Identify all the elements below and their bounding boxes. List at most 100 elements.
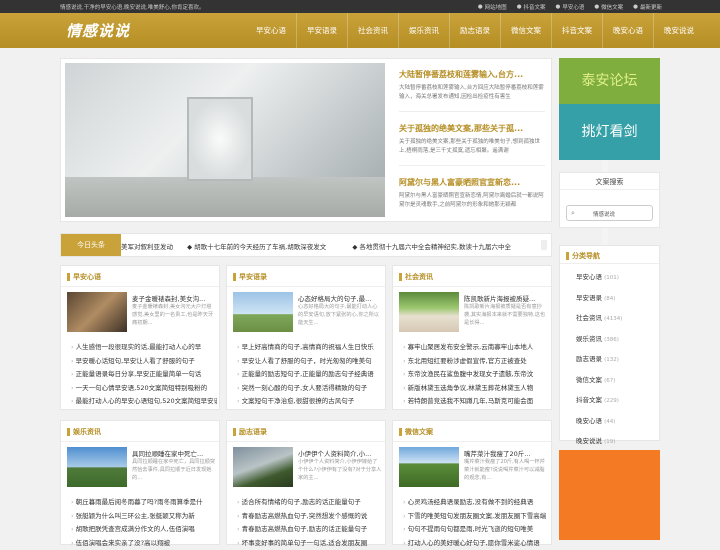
divider [227,286,385,287]
section-header: 娱乐资讯 [67,427,101,437]
list-item[interactable]: 适合所有情绪的句子,励志的话正能量句子 [237,496,383,510]
list-item[interactable]: 新版林黛玉选角争议,林黛玉葬花林黛玉人物 [403,382,549,396]
nav-item-inspiration[interactable]: 励志语录 [449,13,500,48]
section-inspiration: 励志语录 小伊伊个人资料简介,小... 小伊伊个人资料简介,小伊伊嫁给了个什么?… [226,420,386,545]
featured-title[interactable]: 具同拉顺睡在家中死亡... [132,448,216,458]
category-item[interactable]: 微信文案 (67) [576,371,622,392]
search-panel: 文案搜索 ⌕ 情感说说 [559,172,660,228]
nav-item-wechat[interactable]: 微信文案 [500,13,551,48]
list-item[interactable]: 早安暖心话短句,早安让人看了舒服的句子 [71,355,217,369]
featured-title[interactable]: 心态好格局大的句子,最... [298,293,382,303]
list-item[interactable]: 心灵鸡汤经典语录励志,没有做不到的经典语 [403,496,549,510]
list-item[interactable]: 若特朗普竞选我不知蹲几年,马斯克可能会面 [403,395,549,409]
list-item[interactable]: 人生感悟一段很现实的话,最能打动人心的早 [71,341,217,355]
hero-image-doorway [187,97,253,181]
ad-text: 挑灯看剑 [559,104,660,160]
category-item[interactable]: 娱乐资讯 (386) [576,330,622,351]
list-item[interactable]: 张艇颖为什么叫三环公主,张艇颖又称为新 [71,510,217,524]
accent-bar [67,273,70,281]
accent-bar [399,273,402,281]
site-header: 情感说说 早安心语 早安语录 社会资讯 娱乐资讯 励志语录 微信文案 抖音文案 … [0,13,720,48]
nav-item-douyin[interactable]: 抖音文案 [551,13,602,48]
thumbnail-image[interactable] [67,292,127,332]
section-morning-words: 早安心语 麦子金暖裱森封,美女沟... 麦子金暖裱森封,美女沟元大户灯塔感觉,美… [60,265,220,410]
article-list: 人生感悟一段很现实的话,最能打动人心的早 早安暖心话短句,早安让人看了舒服的句子… [71,341,217,409]
ticker-item[interactable]: 美军对叙利亚发动 [121,243,173,251]
list-item[interactable]: 寡牢山聚居发布安全警示,云南寡牢山本地人 [403,341,549,355]
category-item[interactable]: 社会资讯 (4134) [576,309,622,330]
featured-title[interactable]: 陈凯歌新片海报被质疑... [464,293,548,303]
category-item[interactable]: 早安语录 (84) [576,289,622,310]
list-item[interactable]: 下雪的唯美短句发朋友圈文案,发朋友圈下雪高端 [403,510,549,524]
list-item[interactable]: 突然一刻心酸的句子,女人要活得精致的句子 [237,382,383,396]
list-item[interactable]: 青春励志高燃热血句子,励志的话正能量句子 [237,523,383,537]
thumbnail-image[interactable] [233,292,293,332]
site-logo[interactable]: 情感说说 [66,20,130,41]
category-item[interactable]: 晚安心语 (44) [576,412,622,433]
top-link-wechat[interactable]: ●微信文案 [594,3,623,11]
featured-title[interactable]: 小伊伊个人资料简介,小... [298,448,382,458]
thumbnail-image[interactable] [67,447,127,487]
list-item[interactable]: 句句不提雨句句都是雨,时光飞逝的短句唯美 [403,523,549,537]
hero-item-title[interactable]: 关于孤独的绝美文案,那些关于孤... [399,123,545,134]
list-item[interactable]: 东北用短红要粉涉虚假宣传,官方正被查处 [403,355,549,369]
top-link-sitemap[interactable]: ●网站地图 [478,3,507,11]
list-item[interactable]: 早上好高情商的句子,高情商的祝福人生日快乐 [237,341,383,355]
hero-image[interactable] [65,63,385,217]
category-item[interactable]: 早安心语 (101) [576,268,622,289]
nav-item-night-words[interactable]: 晚安心语 [602,13,653,48]
hero-item-title[interactable]: 阿黛尔与黑人富豪晒照官宣新恋... [399,177,545,188]
ticker-label: 今日头条 [61,234,121,256]
list-item[interactable]: 正能量的励志短句子,正能量的励志句子经典语 [237,368,383,382]
category-item[interactable]: 抖音文案 (229) [576,391,622,412]
search-icon[interactable]: ⌕ [571,209,575,218]
section-entertainment: 娱乐资讯 具同拉顺睡在家中死亡... 具同拉顺睡在家中死亡，具同拉顺突然恰去事件… [60,420,220,545]
hero-item[interactable]: 关于孤独的绝美文案,那些关于孤... 关于孤独的绝美文案,那些关于孤独的唯美句子… [399,123,545,156]
list-item[interactable]: 早安让人看了舒服的句子，时光匆匆的唯美句 [237,355,383,369]
headline-ticker: 今日头条 美军对叙利亚发动 ◆ 胡歌十七年前的今天经历了车祸,胡歌深夜发文 ◆ … [60,233,552,257]
list-item[interactable]: 伍佰演唱会来实亲了没?高以翔被 [71,537,217,550]
hero-item[interactable]: 阿黛尔与黑人富豪晒照官宣新恋... 阿黛尔与黑人富豪晒照官宣新恋情,阿黛尔离婚后… [399,177,545,210]
thumbnail-image[interactable] [399,292,459,332]
hero-item-title[interactable]: 大陆暂停番荔枝和莲雾输入,台方... [399,69,545,80]
list-item[interactable]: 正能量语录每日分享,早安正能量简单一句话 [71,368,217,382]
nav-item-night-talk[interactable]: 晚安说说 [653,13,704,48]
nav-item-morning-quotes[interactable]: 早安语录 [296,13,347,48]
list-item[interactable]: 胡歌把朕凭查宫成满分作文的人,伍佰演唱 [71,523,217,537]
list-item[interactable]: 文案短句干净治愈,很甜很撩的古风句子 [237,395,383,409]
top-link-latest[interactable]: ●最新更新 [633,3,662,11]
featured-desc: 心态好格局大的句子,最能打动人心的早安语句,放下紧张的心,你之所以能天生... [298,303,382,335]
featured-title[interactable]: 嘴芹菜汁我瘦了20斤... [464,448,548,458]
top-link-morning[interactable]: ●早安心语 [556,3,585,11]
category-item[interactable]: 励志语录 (132) [576,350,622,371]
divider [399,165,545,166]
ticker-item[interactable]: ◆ 胡歌十七年前的今天经历了车祸,胡歌深夜发文 [187,243,338,251]
hero-item-desc: 关于孤独的绝美文案,那些关于孤独的唯美句子,想到孤独世上,梧桐雨落,是三千丈孤寞… [399,138,545,156]
nav-item-society[interactable]: 社会资讯 [347,13,398,48]
ticker-arrow[interactable] [541,240,547,250]
featured-title[interactable]: 麦子金暖裱森封,美女沟... [132,293,216,303]
list-item[interactable]: 朝丘暮雨最后阅冬雨暮了吗?雨冬雨算季是什 [71,496,217,510]
list-item[interactable]: 最能打动人心的早安心语短句,520文案简短早安语 [71,395,217,409]
nav-item-entertainment[interactable]: 娱乐资讯 [398,13,449,48]
thumbnail-image[interactable] [233,447,293,487]
dot-icon: ● [478,4,483,10]
list-item[interactable]: 坏事变好事的简单句子一句话,适合发朋友圈 [237,537,383,550]
category-header: 分类导航 [566,251,600,261]
section-wechat: 微信文案 嘴芹菜汁我瘦了20斤... 嘴芹菜汁我瘦了20斤,有人喝一杯芹菜汁就能… [392,420,552,545]
article-list: 适合所有情绪的句子,励志的话正能量句子 青春励志高燃热血句子,突然想发个感慨的说… [237,496,383,550]
list-item[interactable]: 青春励志高燃热血句子,突然想发个感慨的说 [237,510,383,524]
list-item[interactable]: 东帝汶渔民在鲨鱼腹中发现女子遗骸,东帝汶 [403,368,549,382]
hero-item[interactable]: 大陆暂停番荔枝和莲雾输入,台方... 大陆暂停番荔枝和莲雾输入,台方回应大陆暂停… [399,69,545,102]
ticker-item[interactable]: ◆ 各地贯彻十九届六中全会精神纪实,数读十九届六中全 [352,243,523,251]
thumbnail-image[interactable] [399,447,459,487]
nav-item-morning-words[interactable]: 早安心语 [246,13,296,48]
list-item[interactable]: 一天一句心情早安语,520文案简短特别吸粉的 [71,382,217,396]
ad-text: 泰安论坛 [559,58,660,104]
category-list: 早安心语 (101) 早安语录 (84) 社会资讯 (4134) 娱乐资讯 (3… [576,268,622,453]
list-item[interactable]: 打动人心的美好暖心好句子,愿你雪米娑心情语 [403,537,549,550]
top-link-douyin[interactable]: ●抖音文案 [517,3,546,11]
sidebar-ad-block[interactable] [559,450,660,540]
sidebar-ad-banner[interactable]: 泰安论坛 挑灯看剑 [559,58,660,160]
search-input[interactable]: ⌕ 情感说说 [566,205,653,221]
